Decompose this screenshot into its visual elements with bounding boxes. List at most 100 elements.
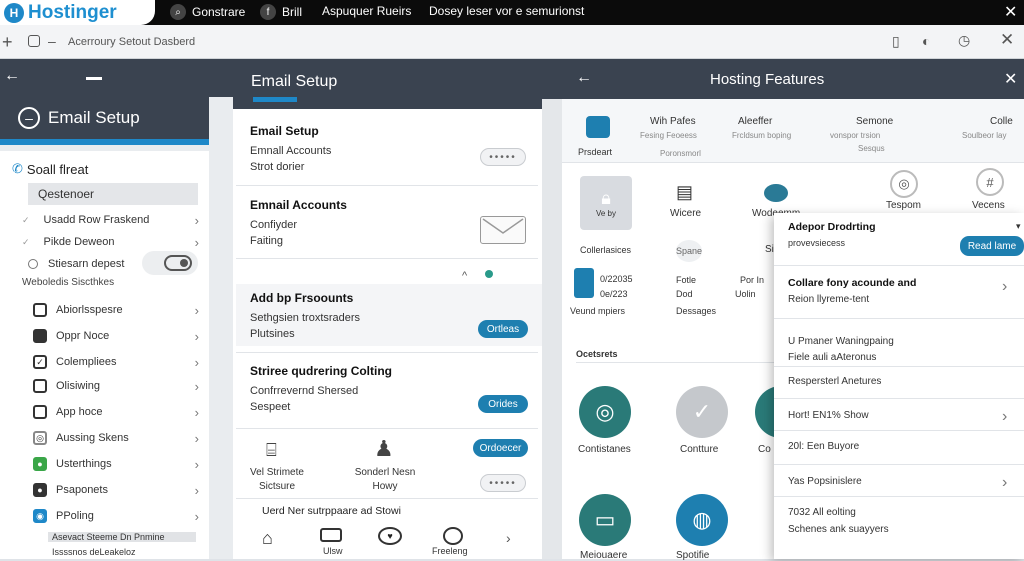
list-item[interactable]: Olisiwing › — [0, 377, 209, 395]
list-item[interactable]: ◉ PPoling › — [0, 507, 209, 525]
nav-item-3[interactable]: Dosey leser vor e semurionst — [429, 4, 584, 18]
window-icon[interactable] — [320, 528, 342, 542]
chat-icon[interactable] — [443, 527, 463, 545]
close-tab-icon[interactable]: ✕ — [1000, 30, 1014, 50]
checkbox-icon — [33, 379, 47, 393]
power-icon[interactable]: ◐ — [922, 33, 930, 49]
options-button[interactable]: ••••• — [480, 474, 526, 492]
home-icon[interactable]: ⌂ — [262, 528, 273, 549]
circle-label: Spotifie — [676, 550, 710, 561]
divider — [576, 362, 774, 363]
popup-row[interactable]: U Pmaner Waningpaing Fiele auli aAteronu… — [788, 336, 894, 363]
tab-icon[interactable] — [28, 35, 40, 47]
check-icon: ✓ — [692, 399, 712, 424]
col-line: Sesqus — [858, 144, 885, 153]
list-item[interactable]: ✓ Pikde Deweon › — [0, 234, 209, 250]
popup-row[interactable]: 7032 All eolting Schenes ank suayyers — [788, 507, 889, 535]
section-email-setup: Email Setup Emnall Accounts Strot dorier — [250, 124, 332, 173]
chevron-right-icon: › — [194, 378, 199, 394]
divider — [774, 430, 1024, 431]
chevron-right-icon[interactable]: › — [506, 530, 511, 546]
col-title: Colle — [990, 116, 1013, 127]
phone-icon[interactable]: ▯ — [892, 33, 900, 50]
section-4-button[interactable]: Orides — [478, 395, 528, 413]
section-3-button[interactable]: Ortleas — [478, 320, 528, 338]
settings-icon: ◎ — [33, 431, 47, 445]
heart-icon[interactable]: ♥ — [378, 527, 402, 545]
chevron-right-icon: › — [194, 234, 199, 250]
icon-label: Tespom — [886, 200, 922, 211]
close-icon[interactable]: ✕ — [1004, 69, 1017, 89]
read-more-button[interactable]: Read lame — [960, 236, 1024, 256]
minus-icon[interactable]: – — [48, 33, 56, 49]
record-icon: ● — [33, 483, 47, 497]
feature-circle-1[interactable]: ◎ — [579, 386, 631, 438]
stat: Veund mpiers — [570, 306, 626, 316]
section-add-accounts: Add bp Frsoounts Sethgsien troxtsraders … — [250, 291, 361, 340]
minus-circle-icon[interactable]: – — [18, 107, 40, 129]
list-item[interactable]: ◎ Aussing Skens › — [0, 429, 209, 447]
list-item[interactable]: App hoce › — [0, 403, 209, 421]
divider — [774, 398, 1024, 399]
list-item[interactable]: Stiesarn depest — [0, 251, 209, 275]
section-5-button[interactable]: Ordoecer — [473, 439, 528, 457]
popup-row[interactable]: Respersterl Anetures — [788, 376, 881, 387]
envelope-icon[interactable] — [480, 216, 526, 244]
plus-icon[interactable]: + — [2, 32, 13, 53]
feature-circle-2[interactable]: ✓ — [676, 386, 728, 438]
chevron-right-icon: › — [194, 302, 199, 318]
section-title: Ocetsrets — [576, 349, 618, 359]
col-title: Aleeffer — [738, 116, 773, 127]
list-item[interactable]: ● Psaponets › — [0, 481, 209, 499]
bottom-label-freeleng: Freeleng — [432, 546, 468, 556]
dropdown-icon[interactable]: ▾ — [1016, 221, 1021, 232]
close-icon[interactable]: ✕ — [1004, 2, 1017, 22]
list-item[interactable]: Oppr Noce › — [0, 327, 209, 345]
circle-label: Co — [758, 444, 771, 455]
circle-label: Contture — [680, 444, 719, 455]
stat: Dod — [676, 289, 693, 299]
clock-icon[interactable]: ◷ — [958, 32, 970, 49]
info-icon[interactable] — [485, 270, 493, 278]
list-item[interactable]: ✓ Usadd Row Fraskend › — [0, 212, 209, 228]
popup-row[interactable]: 20l: Een Buyore — [788, 441, 859, 452]
back-arrow-icon[interactable]: ← — [4, 67, 20, 85]
feature-circle-4[interactable]: ▭ — [579, 494, 631, 546]
popup-row[interactable]: Collare fony acounde and Reion llyreme-t… — [788, 277, 916, 305]
divider — [236, 258, 538, 259]
item-sonderl: Sonderl Nesn Howy — [354, 467, 416, 492]
checkbox-icon — [33, 405, 47, 419]
lock-tile[interactable]: 🔒︎ Ve by — [580, 176, 632, 230]
list-item[interactable]: ● Usterthings › — [0, 455, 209, 473]
chevron-right-icon: › — [1002, 278, 1008, 295]
divider — [236, 428, 538, 429]
app-icon: ● — [33, 457, 47, 471]
chevron-right-icon: › — [194, 430, 199, 446]
nav-item-0[interactable]: ⌕ Gonstrare — [170, 4, 245, 20]
search-icon: ⌕ — [170, 4, 186, 20]
nav-item-1[interactable]: f Brill — [260, 4, 302, 20]
list-item[interactable]: Abiorlsspesre › — [0, 301, 209, 319]
brand-logo[interactable]: H Hostinger — [0, 0, 155, 25]
inbox-icon: ▭ — [594, 507, 616, 532]
popup-row[interactable]: Yas Popsinislere — [788, 476, 862, 487]
nav-item-2[interactable]: Aspuquer Rueirs — [322, 4, 411, 18]
feature-circle-5[interactable]: ◍ — [676, 494, 728, 546]
chevron-up-icon[interactable]: ^ — [462, 270, 467, 282]
chevron-right-icon: › — [194, 354, 199, 370]
popup-row[interactable]: Hort! EN1% Show — [788, 410, 869, 421]
stat: Fotle — [676, 275, 697, 285]
list-item[interactable]: ✓ Colempliees › — [0, 353, 209, 371]
divider — [774, 496, 1024, 497]
divider — [774, 366, 1024, 367]
left-panel-header: ← — [0, 59, 233, 97]
options-button[interactable]: ••••• — [480, 148, 526, 166]
minimize-icon[interactable] — [86, 77, 102, 80]
back-arrow-icon[interactable]: ← — [576, 69, 592, 87]
stat: Uolin — [735, 289, 756, 299]
toggle-switch[interactable] — [142, 251, 198, 275]
target-icon: ◎ — [595, 399, 615, 424]
selected-field[interactable]: Qestenoer — [28, 183, 198, 205]
chevron-right-icon: › — [194, 212, 199, 228]
col-line: Frcldsum boping — [732, 131, 792, 140]
